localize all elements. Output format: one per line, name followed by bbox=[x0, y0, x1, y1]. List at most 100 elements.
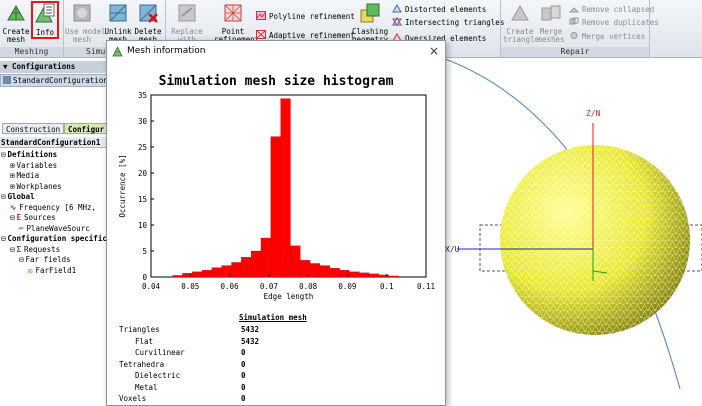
tree-toggle-icon[interactable]: ⊟ bbox=[1, 150, 6, 159]
sum-icon: Σ bbox=[16, 244, 22, 254]
tree-item[interactable]: ⊟ Σ Requests bbox=[0, 245, 107, 256]
merge-vertices-button[interactable]: Merge vertices bbox=[569, 31, 645, 42]
tree-item[interactable]: ⊞ Media bbox=[0, 171, 107, 182]
merge-meshes-button[interactable]: Merge meshes bbox=[537, 2, 565, 44]
left-panel: ▼ Configurations StandardConfiguration1 … bbox=[0, 59, 109, 406]
x-tick-label: 0.07 bbox=[260, 282, 278, 291]
x-tick-label: 0.11 bbox=[417, 282, 435, 291]
histogram-bar bbox=[231, 262, 242, 278]
stats-label: Tetrahedra bbox=[119, 359, 165, 369]
histogram-bar bbox=[172, 275, 183, 278]
tree-item[interactable]: ⊟ Global bbox=[0, 192, 107, 203]
remove-collapsed-button[interactable]: Remove collapsed bbox=[569, 4, 654, 15]
histogram-bar bbox=[290, 245, 301, 278]
delete-mesh-icon bbox=[139, 4, 158, 23]
y-tick-label: 10 bbox=[138, 221, 148, 230]
dialog-mesh-icon bbox=[112, 46, 123, 57]
x-axis-label: X/U bbox=[445, 245, 460, 254]
use-model-mesh-label: Use model mesh bbox=[65, 27, 106, 44]
configuration-tree: ⊟ Definitions ⊞ Variables ⊞ Media ⊞ Workplanes ⊟… bbox=[0, 150, 107, 276]
3d-viewport[interactable]: Z/N X/U bbox=[445, 59, 702, 406]
create-triangle-button[interactable]: Create triangle bbox=[503, 2, 539, 44]
y-tick-label: 30 bbox=[138, 117, 148, 126]
tree-toggle-icon[interactable]: ⊟ bbox=[10, 213, 15, 222]
info-button[interactable]: Info bbox=[31, 1, 59, 39]
histogram-bar bbox=[309, 263, 321, 278]
tree-item-label: Configuration specific bbox=[7, 234, 107, 243]
tree-item[interactable]: ⊟ E Sources bbox=[0, 213, 107, 224]
remove-duplicates-button[interactable]: Remove duplicates bbox=[569, 17, 659, 28]
y-tick-label: 35 bbox=[138, 91, 147, 100]
adaptive-refinement-icon bbox=[256, 30, 266, 39]
tree-toggle-icon[interactable]: ⊞ bbox=[10, 161, 15, 170]
tree-item-label: Requests bbox=[24, 244, 61, 254]
delete-mesh-button[interactable]: Delete mesh bbox=[134, 2, 162, 44]
configurations-header-label: Configurations bbox=[12, 62, 76, 71]
configuration-item[interactable]: StandardConfiguration1 bbox=[0, 74, 108, 87]
point-refinement-button[interactable]: Point refinement bbox=[214, 2, 259, 44]
tree-item-label: Definitions bbox=[7, 150, 58, 159]
stats-row: Flat 5432 bbox=[119, 337, 439, 348]
clashing-geometry-button[interactable]: Clashing geometry bbox=[352, 2, 388, 44]
use-model-mesh-button[interactable]: Use model mesh bbox=[65, 2, 106, 44]
create-triangle-icon bbox=[511, 4, 529, 21]
tree-item[interactable]: ∿ Frequency [6 MHz, bbox=[0, 203, 107, 214]
repair-group: Create triangle Merge meshes Remove coll… bbox=[500, 0, 659, 58]
tree-item[interactable]: ⊟ Far fields bbox=[0, 255, 107, 266]
tree-toggle-icon[interactable]: ⊟ bbox=[10, 245, 15, 254]
distorted-elements-label: Distorted elements bbox=[405, 5, 487, 14]
stats-value: 5432 bbox=[241, 325, 260, 334]
intersecting-triangles-button[interactable]: Intersecting triangles bbox=[392, 17, 504, 28]
tree-toggle-icon[interactable]: ⊟ bbox=[19, 255, 24, 264]
meshing-group: Create mesh Info Meshing bbox=[0, 0, 64, 58]
create-mesh-button[interactable]: Create mesh bbox=[2, 2, 30, 44]
tree-toggle-icon[interactable]: ⊞ bbox=[10, 171, 15, 180]
tree-item[interactable]: ⊞ Variables bbox=[0, 161, 107, 172]
close-icon[interactable]: × bbox=[429, 44, 439, 58]
remove-duplicates-icon bbox=[569, 17, 579, 25]
meshing-group-label: Meshing bbox=[0, 47, 63, 57]
histogram-bar bbox=[260, 237, 271, 278]
stats-label: Metal bbox=[135, 382, 158, 392]
tree-toggle-icon[interactable]: ⊟ bbox=[1, 234, 6, 243]
polyline-refinement-label: Polyline refinement bbox=[269, 12, 355, 21]
merge-vertices-label: Merge vertices bbox=[582, 32, 646, 41]
histogram-bar bbox=[211, 267, 222, 278]
viewport-canvas[interactable]: Z/N X/U bbox=[445, 59, 702, 406]
histogram-bar bbox=[270, 136, 281, 278]
tree-item[interactable]: ⊟ Configuration specific bbox=[0, 234, 107, 245]
stats-header: Simulation mesh bbox=[239, 313, 307, 322]
collapse-arrow-icon: ▼ bbox=[3, 62, 13, 71]
farfield-icon: ◎ bbox=[28, 265, 33, 275]
dialog-title: Mesh information bbox=[127, 46, 206, 56]
tab-configuration[interactable]: Configur bbox=[64, 123, 109, 134]
tree-item[interactable]: ⊟ Definitions bbox=[0, 150, 107, 161]
stats-label: Triangles bbox=[119, 325, 160, 334]
configurations-header[interactable]: ▼ Configurations bbox=[0, 61, 108, 73]
tree-item[interactable]: ⊞ Workplanes bbox=[0, 182, 107, 193]
stats-row: Dielectric 0 bbox=[119, 371, 439, 382]
tree-toggle-icon[interactable]: ⊞ bbox=[10, 182, 15, 191]
stats-value: 0 bbox=[241, 394, 246, 403]
stats-row: Curvilinear 0 bbox=[119, 348, 439, 359]
stats-row: Metal 0 bbox=[119, 383, 439, 394]
dialog-titlebar[interactable]: Mesh information bbox=[107, 41, 445, 61]
tab-construction[interactable]: Construction bbox=[2, 123, 65, 134]
replace-with-button[interactable]: Replace with bbox=[170, 2, 204, 44]
stats-value: 0 bbox=[241, 348, 246, 357]
create-mesh-label: Create mesh bbox=[2, 27, 30, 44]
polyline-refinement-button[interactable]: Polyline refinement bbox=[256, 11, 355, 22]
tree-item-label: Frequency [6 MHz, bbox=[19, 202, 97, 212]
tree-toggle-icon[interactable]: ⊟ bbox=[1, 192, 6, 201]
mesh-information-dialog: Mesh information × Simulation mesh size … bbox=[106, 40, 446, 406]
tree-item-label: Workplanes bbox=[16, 181, 62, 191]
distorted-elements-button[interactable]: Distorted elements bbox=[392, 4, 486, 15]
y-tick-label: 20 bbox=[138, 169, 148, 178]
unlink-mesh-button[interactable]: Unlink mesh bbox=[104, 2, 132, 44]
tree-item[interactable]: ◎ FarField1 bbox=[0, 266, 107, 277]
remove-collapsed-label: Remove collapsed bbox=[582, 5, 655, 14]
intersecting-triangles-label: Intersecting triangles bbox=[405, 18, 505, 27]
remove-collapsed-icon bbox=[569, 7, 579, 13]
tree-item[interactable]: ⌐ PlaneWaveSourc bbox=[0, 224, 107, 235]
tree-header: StandardConfiguration1 bbox=[0, 137, 108, 148]
